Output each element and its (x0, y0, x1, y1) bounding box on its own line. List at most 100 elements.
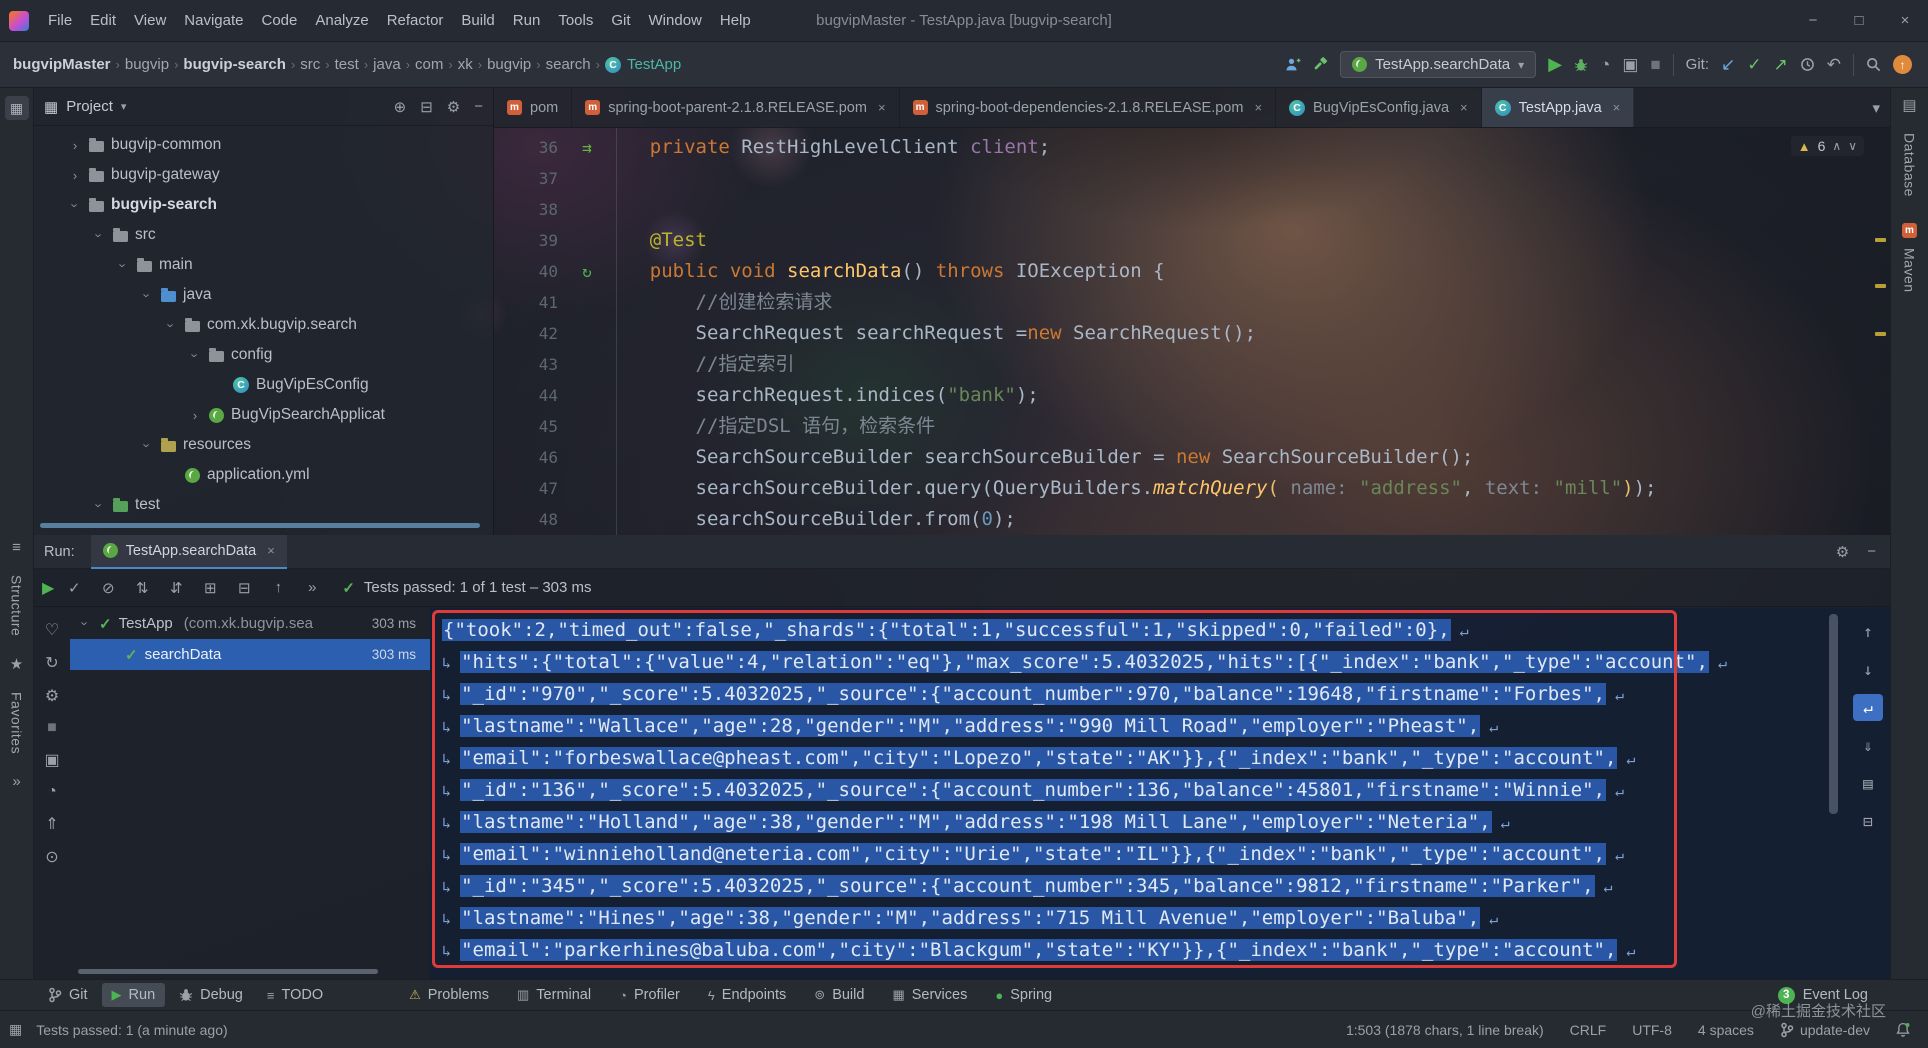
file-encoding[interactable]: UTF-8 (1632, 1022, 1672, 1038)
heart-icon[interactable]: ♡ (45, 620, 59, 640)
project-tree-item-config[interactable]: ›config (34, 340, 493, 370)
warning-stripe-mark[interactable] (1875, 332, 1886, 336)
editor-tab-bugvipesconfig.java[interactable]: CBugVipEsConfig.java× (1276, 88, 1482, 127)
run-settings-gear-icon[interactable]: ⚙ (1836, 543, 1849, 561)
project-tree-item-bugvipsearchapplicat[interactable]: ›BugVipSearchApplicat (34, 400, 493, 430)
sort-by-duration-icon[interactable]: ⇵ (162, 575, 190, 601)
tree-chevron-icon[interactable]: › (92, 498, 107, 512)
scroll-to-end-icon[interactable]: ⇓ (1853, 732, 1883, 759)
locate-file-icon[interactable]: ⊕ (394, 98, 407, 116)
breadcrumb-bugvip-search[interactable]: bugvip-search (180, 53, 289, 76)
tool-window-button-terminal[interactable]: ▥Terminal (507, 983, 601, 1007)
status-message[interactable]: Tests passed: 1 (a minute ago) (36, 1022, 227, 1038)
history-button[interactable] (1800, 57, 1815, 72)
pin-icon[interactable]: ⊙ (45, 847, 58, 867)
notifications-bell-icon[interactable] (1896, 1022, 1910, 1037)
line-number[interactable]: 40 (494, 256, 570, 287)
breadcrumb-bugvipmaster[interactable]: bugvipMaster (10, 53, 114, 76)
line-number[interactable]: 44 (494, 380, 570, 411)
line-number[interactable]: 37 (494, 163, 570, 194)
tool-window-button-problems[interactable]: ⚠Problems (399, 983, 499, 1007)
line-number[interactable]: 46 (494, 442, 570, 473)
spring-bean-gutter-icon[interactable]: ⇉ (582, 138, 592, 157)
breadcrumb-testapp[interactable]: CTestApp (602, 53, 684, 76)
previous-occurrence-icon[interactable]: ↑ (264, 575, 292, 601)
caret-position[interactable]: 1:503 (1878 chars, 1 line break) (1346, 1022, 1544, 1038)
clear-console-icon[interactable]: ⊟ (1853, 808, 1883, 835)
project-tool-button-icon[interactable]: ▦ (5, 96, 29, 120)
git-push-button[interactable]: ↗ (1774, 55, 1788, 75)
debug-button[interactable] (1574, 58, 1588, 72)
line-number[interactable]: 38 (494, 194, 570, 225)
horizontal-scrollbar[interactable] (40, 523, 480, 528)
tree-chevron-icon[interactable]: › (92, 228, 107, 242)
close-button[interactable]: × (1882, 0, 1928, 41)
project-tree-item-bugvip-gateway[interactable]: ›bugvip-gateway (34, 160, 493, 190)
line-number[interactable]: 47 (494, 473, 570, 504)
inspections-widget[interactable]: ▲ 6 ∧ ∨ (1791, 136, 1864, 156)
editor-tab-spring-boot-dependencies-2.1.8.release.pom[interactable]: mspring-boot-dependencies-2.1.8.RELEASE.… (900, 88, 1277, 127)
test-tree-item-testapp[interactable]: ›✓TestApp(com.xk.bugvip.sea303 ms (70, 608, 430, 639)
camera-icon[interactable]: ▣ (44, 750, 59, 770)
menu-navigate[interactable]: Navigate (175, 8, 252, 33)
tool-window-button-debug[interactable]: Debug (169, 983, 253, 1007)
menu-build[interactable]: Build (452, 8, 503, 33)
more-actions-icon[interactable]: » (298, 575, 326, 601)
add-user-icon[interactable] (1285, 57, 1301, 72)
menu-code[interactable]: Code (252, 8, 306, 33)
menu-edit[interactable]: Edit (81, 8, 125, 33)
tool-window-button-services[interactable]: ▦Services (882, 983, 977, 1007)
code-area[interactable]: 36⇉ private RestHighLevelClient client;3… (494, 128, 1890, 535)
tool-window-button-endpoints[interactable]: ϟEndpoints (698, 983, 796, 1007)
tool-button-database[interactable]: Database (1902, 133, 1918, 197)
chevron-down-icon[interactable]: ∨ (1848, 139, 1857, 153)
tool-button-structure[interactable]: Structure (9, 575, 25, 636)
minimize-button[interactable]: − (1790, 0, 1836, 41)
tree-chevron-icon[interactable]: › (78, 617, 93, 631)
ide-update-icon[interactable]: ↑ (1893, 55, 1912, 74)
line-number[interactable]: 45 (494, 411, 570, 442)
breadcrumb-java[interactable]: java (370, 53, 404, 76)
scroll-down-icon[interactable]: ↓ (1853, 656, 1883, 683)
import-results-icon[interactable]: ⇑ (45, 814, 58, 834)
menu-help[interactable]: Help (711, 8, 760, 33)
database-icon[interactable]: ▤ (1902, 96, 1916, 114)
tree-chevron-icon[interactable]: › (140, 438, 155, 452)
maven-icon[interactable]: m (1902, 223, 1917, 238)
build-project-button[interactable] (1313, 57, 1328, 72)
tool-window-button-spring[interactable]: ●Spring (985, 983, 1062, 1007)
breadcrumb-src[interactable]: src (297, 53, 323, 76)
run-tab[interactable]: TestApp.searchData × (91, 535, 287, 569)
breadcrumb-test[interactable]: test (332, 53, 362, 76)
menu-tools[interactable]: Tools (549, 8, 602, 33)
tree-chevron-icon[interactable]: › (164, 318, 179, 332)
tool-window-button-git[interactable]: Git (38, 983, 98, 1007)
menu-view[interactable]: View (125, 8, 175, 33)
project-tree-item-bugvip-search[interactable]: ›bugvip-search (34, 190, 493, 220)
git-commit-button[interactable]: ✓ (1747, 55, 1761, 75)
project-tree-item-resources[interactable]: ›resources (34, 430, 493, 460)
hidden-tabs-icon[interactable]: ▾ (1872, 99, 1880, 117)
line-separator-setting[interactable]: CRLF (1570, 1022, 1607, 1038)
chevron-up-icon[interactable]: ∧ (1832, 139, 1841, 153)
project-tree-item-main[interactable]: ›main (34, 250, 493, 280)
menu-git[interactable]: Git (602, 8, 639, 33)
line-number[interactable]: 42 (494, 318, 570, 349)
editor-tab-pom[interactable]: mpom (494, 88, 572, 127)
stop-button[interactable]: ■ (1650, 55, 1660, 75)
rerun-tests-button[interactable]: ▶ (42, 578, 54, 598)
horizontal-scrollbar[interactable] (78, 969, 378, 974)
soft-wrap-toggle-icon[interactable]: ↵ (1853, 694, 1883, 721)
warning-stripe-mark[interactable] (1875, 238, 1886, 242)
tool-window-button-todo[interactable]: ≡TODO (257, 983, 333, 1007)
project-tree-item-test[interactable]: ›test (34, 490, 493, 520)
menu-window[interactable]: Window (640, 8, 711, 33)
tree-chevron-icon[interactable]: › (68, 168, 82, 183)
project-tree-item-bugvip-common[interactable]: ›bugvip-common (34, 130, 493, 160)
tool-window-button-profiler[interactable]: ◔Profiler (609, 983, 690, 1007)
menu-run[interactable]: Run (504, 8, 550, 33)
tree-chevron-icon[interactable]: › (68, 138, 82, 153)
expand-all-icon[interactable]: ⊞ (196, 575, 224, 601)
stop-icon[interactable]: ■ (47, 719, 57, 737)
print-icon[interactable]: ▤ (1853, 770, 1883, 797)
